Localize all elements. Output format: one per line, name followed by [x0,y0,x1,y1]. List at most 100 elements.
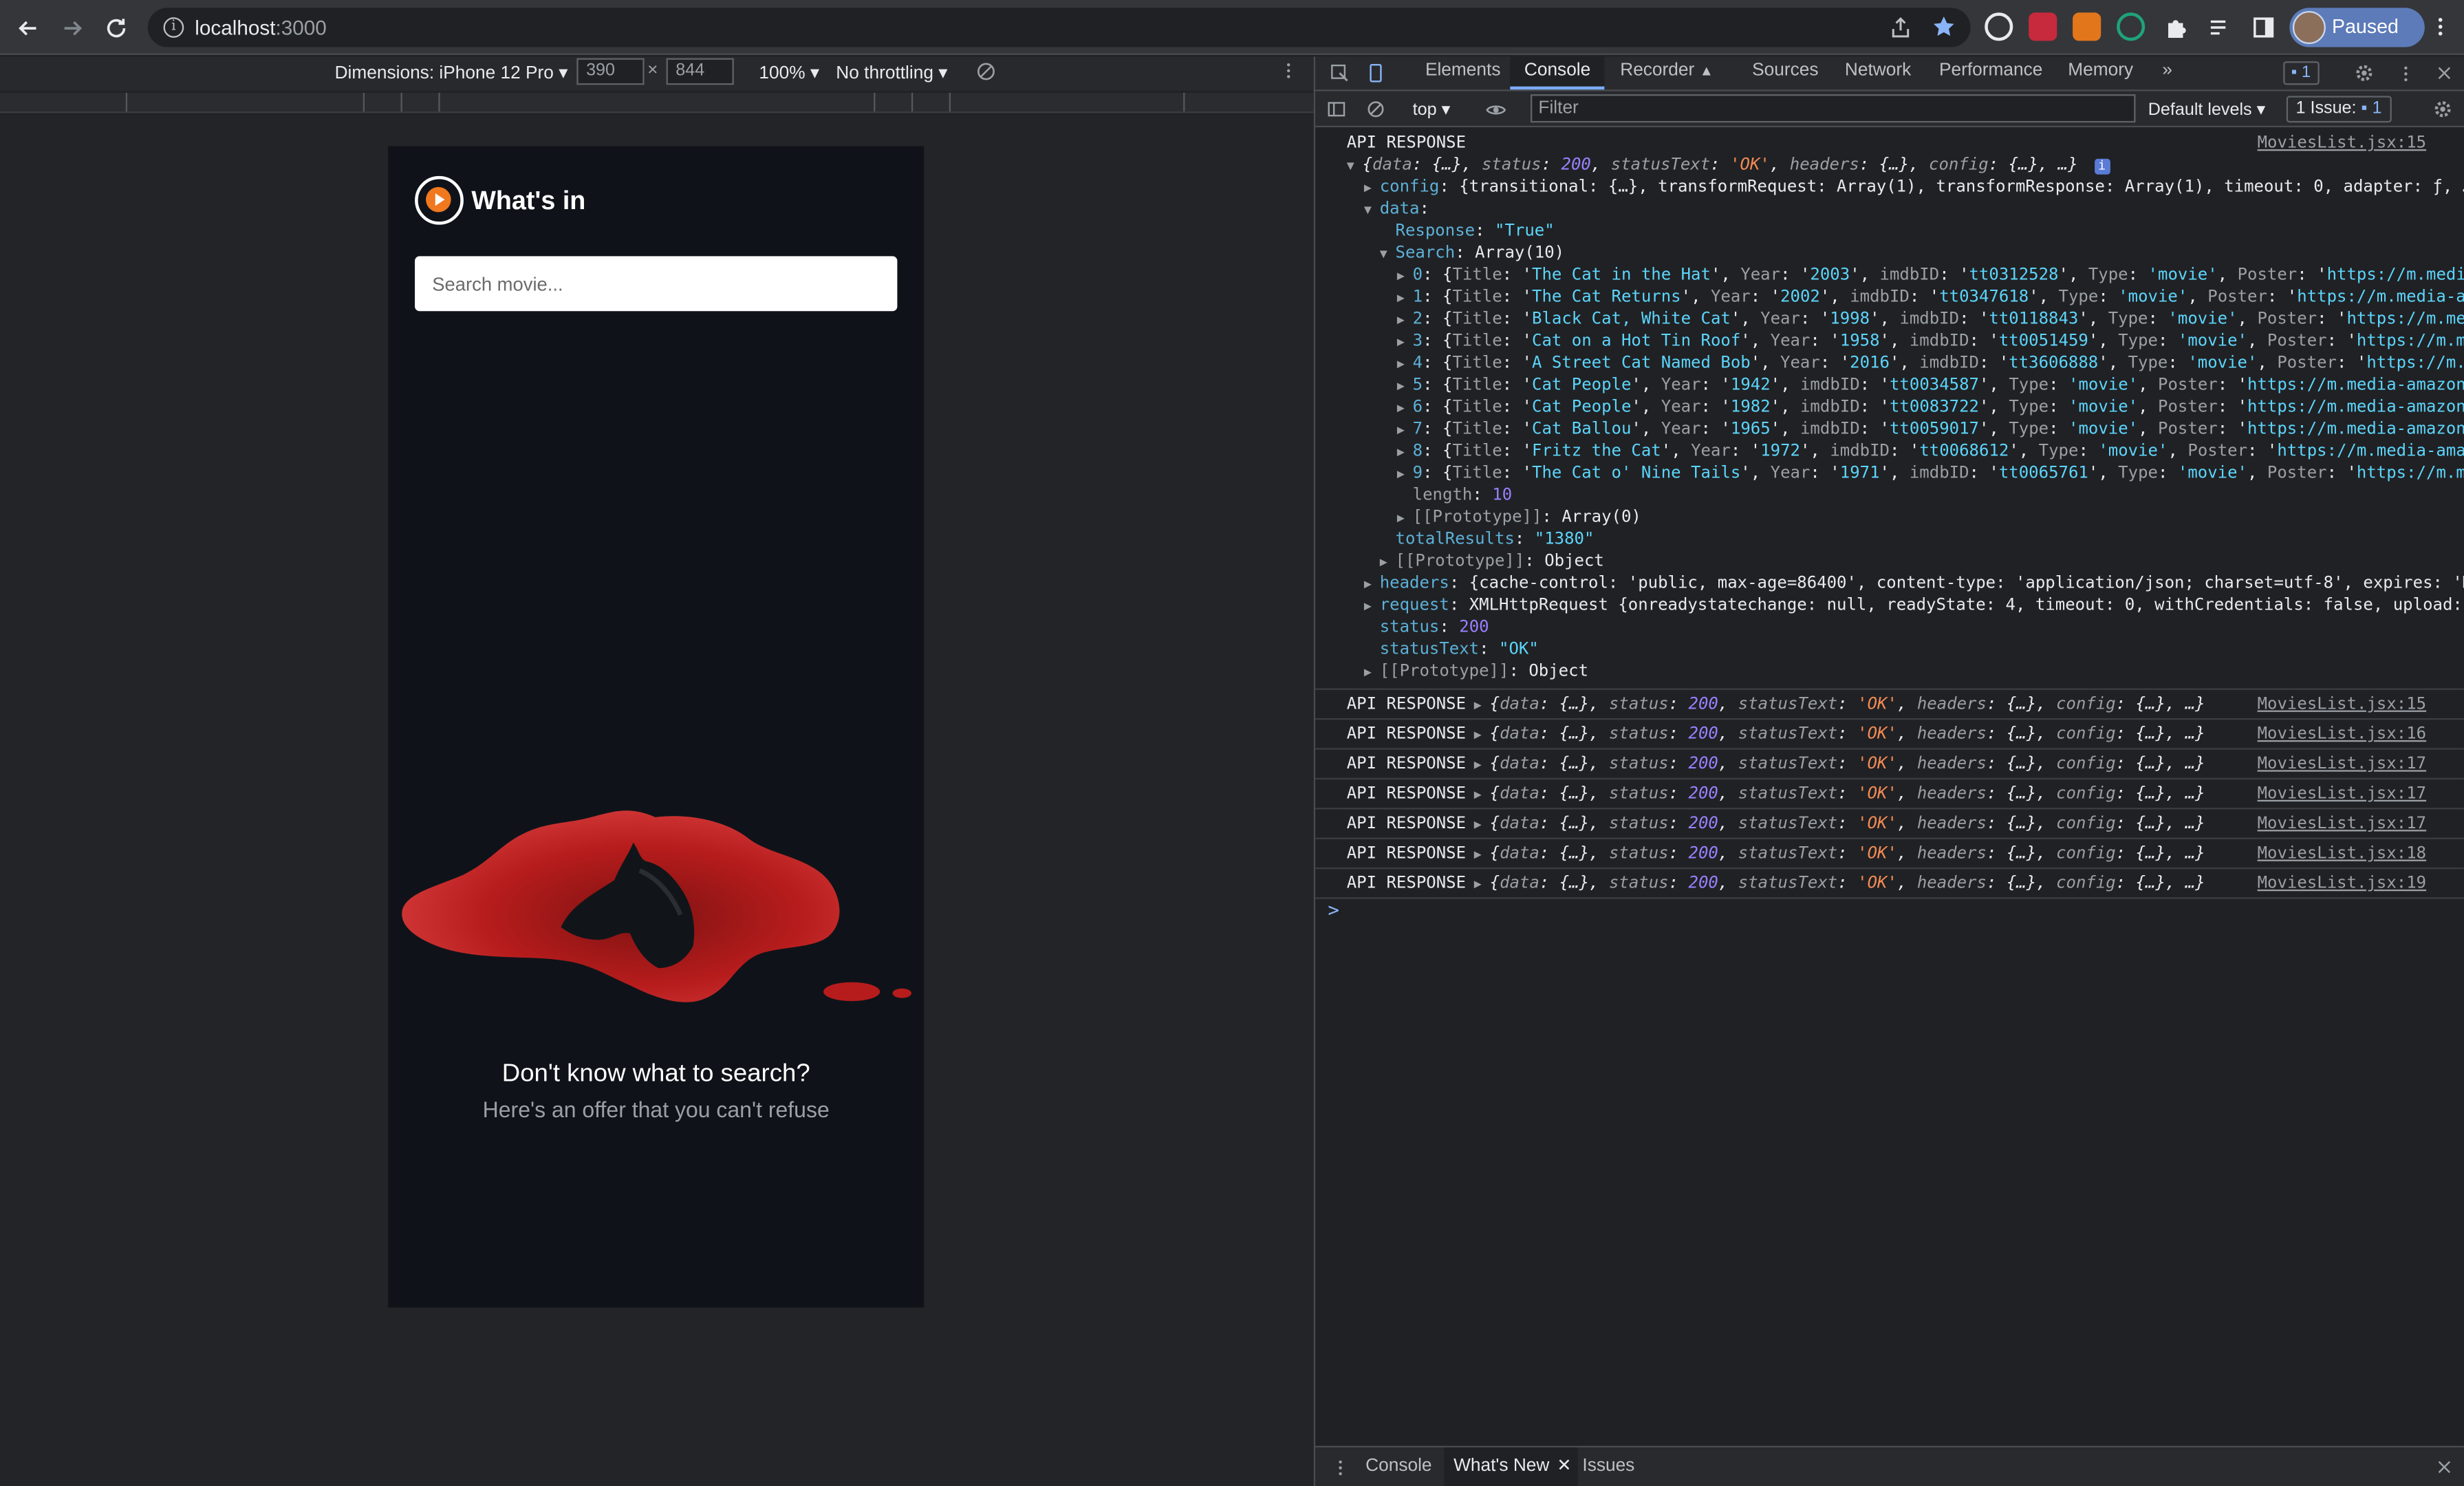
device-toggle-icon[interactable] [1364,61,1387,85]
prop-prototype-object[interactable]: ▶ [[Prototype]]: Object [1315,550,2464,572]
tab-recorder[interactable]: Recorder ▲ [1608,56,1726,89]
movie-entry[interactable]: ▶ 6: {Title: 'Cat People', Year: '1982', … [1315,396,2464,418]
console-prompt[interactable]: > [1315,899,2464,927]
ruler-segment[interactable] [875,92,914,112]
inspect-element-icon[interactable] [1328,61,1351,85]
movie-entry[interactable]: ▶ 7: {Title: 'Cat Ballou', Year: '1965', … [1315,418,2464,440]
console-message[interactable]: API RESPONSE ▶ {data: {…}, status: 200, st… [1315,720,2464,750]
collapsed-triangle-icon[interactable]: ▶ [1474,839,1490,869]
site-info-icon[interactable]: i [163,17,184,38]
extension-red-icon[interactable] [2029,12,2057,41]
messages-badge[interactable]: ▪ 1 [2283,61,2319,85]
devtools-menu-icon[interactable] [2393,61,2417,85]
tab-memory[interactable]: Memory [2055,56,2146,89]
info-icon[interactable]: i [2094,158,2110,175]
extensions-puzzle-icon[interactable] [2161,12,2189,41]
extension-green-icon[interactable] [2117,12,2146,41]
profile-button[interactable]: Paused [2289,8,2425,47]
console-message[interactable]: API RESPONSE ▶ {data: {…}, status: 200, st… [1315,750,2464,780]
browser-menu-icon[interactable] [2426,12,2454,41]
ruler-segment[interactable] [440,92,876,112]
ruler-segment[interactable] [951,92,1185,112]
ruler-segment[interactable] [127,92,365,112]
console-settings-gear-icon[interactable] [2431,98,2454,121]
ruler-segment[interactable] [913,92,951,112]
collapsed-triangle-icon[interactable]: ▶ [1474,779,1490,809]
drawer-tab-issues[interactable]: Issues [1573,1447,1644,1486]
movie-entry[interactable]: ▶ 0: {Title: 'The Cat in the Hat', Year: … [1315,264,2464,286]
collapsed-triangle-icon[interactable]: ▶ [1397,420,1413,442]
expanded-triangle-icon[interactable]: ▼ [1380,244,1396,266]
collapsed-triangle-icon[interactable]: ▶ [1474,720,1490,749]
rotate-icon[interactable] [976,61,997,87]
prop-config[interactable]: ▶ config: {transitional: {…}, transformRe… [1315,176,2464,198]
prop-search[interactable]: ▼ Search: Array(10) [1315,242,2464,264]
source-link[interactable]: MoviesList.jsx:15 [2258,132,2427,154]
prop-data[interactable]: ▼ data: [1315,198,2464,220]
collapsed-triangle-icon[interactable]: ▶ [1397,332,1413,354]
movie-entry[interactable]: ▶ 5: {Title: 'Cat People', Year: '1942', … [1315,374,2464,396]
collapsed-triangle-icon[interactable]: ▶ [1397,464,1413,486]
metamask-fox-icon[interactable] [2073,12,2101,41]
source-link[interactable]: MoviesList.jsx:16 [2258,720,2427,749]
device-toolbar-menu-icon[interactable] [1279,61,1298,85]
forward-arrow-icon[interactable] [54,10,91,47]
collapsed-triangle-icon[interactable]: ▶ [1474,750,1490,779]
console-message[interactable]: API RESPONSE ▶ {data: {…}, status: 200, st… [1315,839,2464,870]
search-input[interactable] [415,256,898,312]
close-tab-icon[interactable]: ✕ [1557,1447,1571,1486]
source-link[interactable]: MoviesList.jsx:18 [2258,839,2427,869]
live-expression-eye-icon[interactable] [1483,98,1506,121]
collapsed-triangle-icon[interactable]: ▶ [1397,310,1413,332]
movie-entry[interactable]: ▶ 8: {Title: 'Fritz the Cat', Year: '1972… [1315,440,2464,462]
tab-performance[interactable]: Performance [1927,56,2055,89]
drawer-tab-console[interactable]: Console [1356,1447,1441,1486]
ruler-segment[interactable] [0,92,128,112]
throttling-select[interactable]: No throttling ▾ [836,61,947,83]
more-tabs-chevron-icon[interactable]: » [2156,56,2172,89]
collapsed-triangle-icon[interactable]: ▶ [1474,869,1490,898]
prop-headers[interactable]: ▶ headers: {cache-control: 'public, max-a… [1315,572,2464,594]
movie-entry[interactable]: ▶ 3: {Title: 'Cat on a Hot Tin Roof', Yea… [1315,330,2464,352]
zoom-select[interactable]: 100% ▾ [759,61,819,83]
collapsed-triangle-icon[interactable]: ▶ [1397,376,1413,398]
prop-prototype-object-root[interactable]: ▶ [[Prototype]]: Object [1315,660,2464,682]
reading-list-icon[interactable] [2205,12,2233,41]
collapsed-triangle-icon[interactable]: ▶ [1474,809,1490,839]
clear-console-icon[interactable] [1364,98,1387,121]
collapsed-triangle-icon[interactable]: ▶ [1364,574,1380,596]
collapsed-triangle-icon[interactable]: ▶ [1397,354,1413,376]
issues-counter[interactable]: 1 Issue: ▪ 1 [2286,96,2392,123]
tab-network[interactable]: Network [1833,56,1924,89]
log-levels-select[interactable]: Default levels ▾ [2148,99,2265,119]
share-icon[interactable] [1885,12,1914,41]
settings-gear-icon[interactable] [2353,61,2376,85]
sidebar-toggle-icon[interactable] [1325,98,1348,121]
movie-entry[interactable]: ▶ 4: {Title: 'A Street Cat Named Bob', Ye… [1315,352,2464,374]
log-object-summary[interactable]: ▼ {data: {…}, status: 200, statusText: 'O… [1315,154,2464,176]
console-filter-input[interactable] [1531,94,2136,123]
address-bar[interactable]: i localhost:3000 [147,8,1971,47]
drawer-tab-whats-new[interactable]: What's New ✕ [1444,1447,1578,1486]
collapsed-triangle-icon[interactable]: ▶ [1364,662,1380,684]
close-devtools-icon[interactable] [2432,61,2456,85]
back-arrow-icon[interactable] [10,10,47,47]
prop-request[interactable]: ▶ request: XMLHttpRequest {onreadystatech… [1315,594,2464,616]
tab-sources[interactable]: Sources [1740,56,1831,89]
console-message[interactable]: API RESPONSE ▶ {data: {…}, status: 200, st… [1315,690,2464,720]
collapsed-triangle-icon[interactable]: ▶ [1380,552,1396,574]
expanded-triangle-icon[interactable]: ▼ [1347,155,1363,177]
ruler-segment[interactable] [402,92,440,112]
collapsed-triangle-icon[interactable]: ▶ [1364,596,1380,618]
collapsed-triangle-icon[interactable]: ▶ [1364,177,1380,200]
collapsed-triangle-icon[interactable]: ▶ [1397,508,1413,530]
ruler-segment[interactable] [365,92,402,112]
console-message[interactable]: API RESPONSE ▶ {data: {…}, status: 200, st… [1315,809,2464,839]
prop-prototype-array[interactable]: ▶ [[Prototype]]: Array(0) [1315,506,2464,528]
console-message[interactable]: API RESPONSE ▶ {data: {…}, status: 200, st… [1315,869,2464,899]
width-input[interactable]: 390 [576,58,645,85]
collapsed-triangle-icon[interactable]: ▶ [1397,266,1413,288]
movie-entry[interactable]: ▶ 1: {Title: 'The Cat Returns', Year: '20… [1315,286,2464,308]
movie-entry[interactable]: ▶ 9: {Title: 'The Cat o' Nine Tails', Yea… [1315,462,2464,484]
source-link[interactable]: MoviesList.jsx:19 [2258,869,2427,898]
